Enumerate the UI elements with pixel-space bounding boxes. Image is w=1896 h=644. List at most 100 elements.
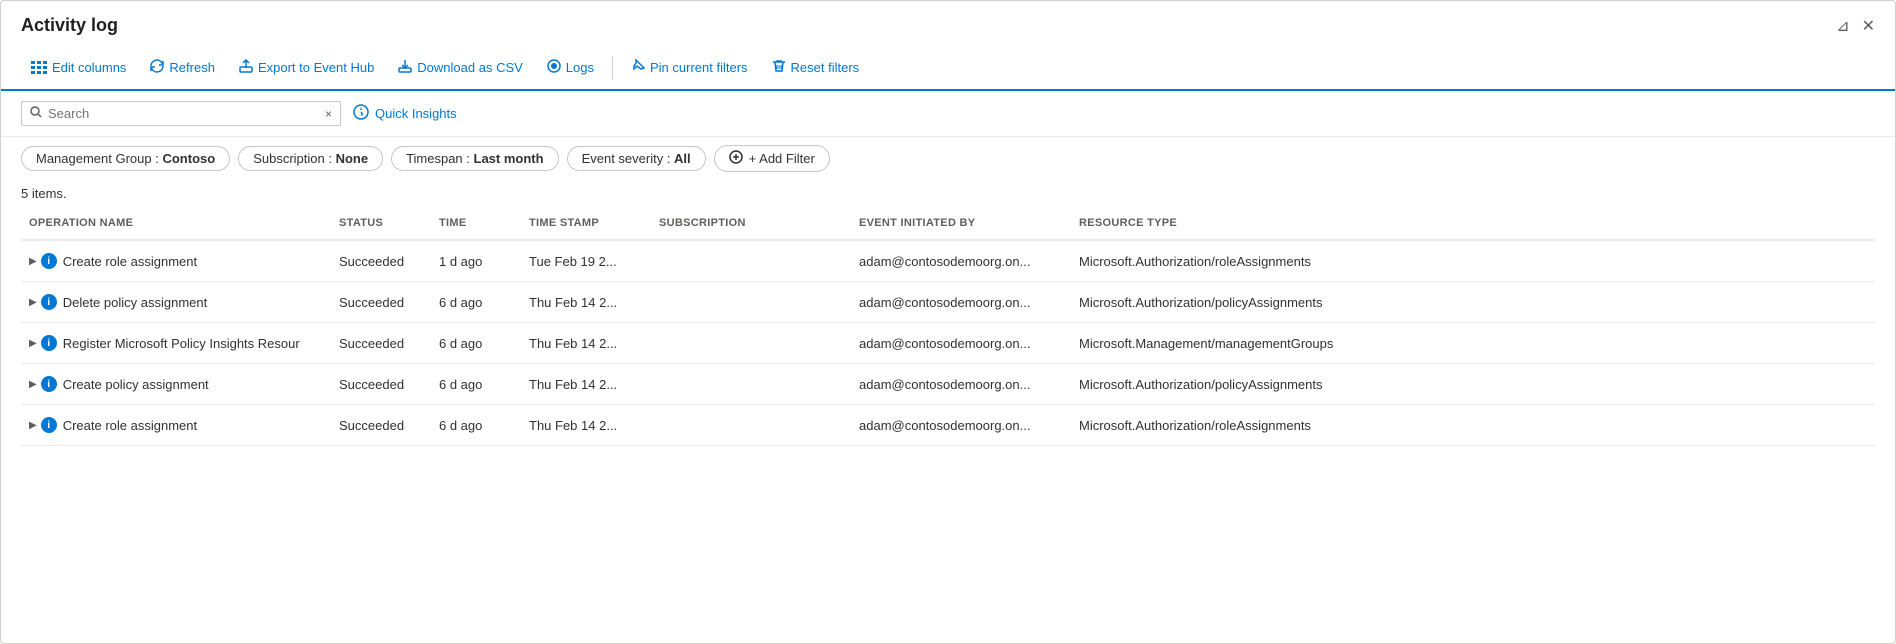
cell-initiated-by: adam@contosodemoorg.on... bbox=[851, 240, 1071, 282]
cell-status: Succeeded bbox=[331, 364, 431, 405]
table-row[interactable]: ▶ i Create policy assignment Succeeded 6… bbox=[21, 364, 1875, 405]
table-header-row: OPERATION NAME STATUS TIME TIME STAMP SU… bbox=[21, 207, 1875, 240]
cell-resource-type: Microsoft.Management/managementGroups bbox=[1071, 323, 1875, 364]
export-icon bbox=[239, 59, 253, 76]
search-bar: × Quick Insights bbox=[1, 91, 1895, 137]
filter-event-severity[interactable]: Event severity : All bbox=[567, 146, 706, 171]
cell-subscription bbox=[651, 240, 851, 282]
row-expander[interactable]: ▶ bbox=[29, 256, 37, 267]
cell-timestamp: Thu Feb 14 2... bbox=[521, 364, 651, 405]
download-csv-button[interactable]: Download as CSV bbox=[388, 54, 533, 81]
cell-operation: ▶ i Create policy assignment bbox=[21, 364, 331, 405]
reset-filters-button[interactable]: Reset filters bbox=[762, 54, 870, 81]
toolbar-separator bbox=[612, 56, 613, 80]
operation-name: Create role assignment bbox=[63, 418, 197, 433]
items-count: 5 items. bbox=[1, 180, 1895, 207]
download-csv-label: Download as CSV bbox=[417, 60, 523, 75]
operation-name: Create role assignment bbox=[63, 254, 197, 269]
filters-bar: Management Group : Contoso Subscription … bbox=[1, 137, 1895, 180]
edit-columns-button[interactable]: Edit columns bbox=[21, 55, 136, 80]
info-icon: i bbox=[41, 294, 57, 310]
reset-filters-icon bbox=[772, 59, 786, 76]
cell-operation: ▶ i Create role assignment bbox=[21, 405, 331, 446]
cell-time: 6 d ago bbox=[431, 364, 521, 405]
cell-time: 6 d ago bbox=[431, 282, 521, 323]
operation-name: Create policy assignment bbox=[63, 377, 209, 392]
quick-insights-label: Quick Insights bbox=[375, 106, 457, 121]
col-header-operation: OPERATION NAME bbox=[21, 207, 331, 240]
edit-columns-label: Edit columns bbox=[52, 60, 126, 75]
refresh-button[interactable]: Refresh bbox=[140, 54, 225, 81]
cell-status: Succeeded bbox=[331, 405, 431, 446]
row-expander[interactable]: ▶ bbox=[29, 297, 37, 308]
cell-resource-type: Microsoft.Authorization/policyAssignment… bbox=[1071, 282, 1875, 323]
add-filter-button[interactable]: + Add Filter bbox=[714, 145, 830, 172]
cell-subscription bbox=[651, 323, 851, 364]
pin-filters-button[interactable]: Pin current filters bbox=[621, 54, 758, 81]
toolbar: Edit columns Refresh Export to Event Hub… bbox=[1, 46, 1895, 91]
window-controls: ⊿ ✕ bbox=[1836, 16, 1875, 36]
search-input[interactable] bbox=[48, 106, 321, 121]
add-filter-label: + Add Filter bbox=[749, 151, 815, 166]
cell-resource-type: Microsoft.Authorization/roleAssignments bbox=[1071, 240, 1875, 282]
row-expander[interactable]: ▶ bbox=[29, 379, 37, 390]
activity-table: OPERATION NAME STATUS TIME TIME STAMP SU… bbox=[21, 207, 1875, 446]
export-event-hub-button[interactable]: Export to Event Hub bbox=[229, 54, 384, 81]
download-icon bbox=[398, 59, 412, 76]
cell-initiated-by: adam@contosodemoorg.on... bbox=[851, 282, 1071, 323]
logs-button[interactable]: Logs bbox=[537, 54, 604, 81]
col-header-subscription: SUBSCRIPTION bbox=[651, 207, 851, 240]
cell-timestamp: Tue Feb 19 2... bbox=[521, 240, 651, 282]
cell-operation: ▶ i Register Microsoft Policy Insights R… bbox=[21, 323, 331, 364]
search-clear-button[interactable]: × bbox=[325, 107, 332, 121]
cell-resource-type: Microsoft.Authorization/policyAssignment… bbox=[1071, 364, 1875, 405]
activity-log-window: Activity log ⊿ ✕ Edit columns Refresh Ex… bbox=[0, 0, 1896, 644]
cell-operation: ▶ i Delete policy assignment bbox=[21, 282, 331, 323]
add-filter-icon bbox=[729, 150, 743, 167]
row-expander[interactable]: ▶ bbox=[29, 338, 37, 349]
operation-name: Register Microsoft Policy Insights Resou… bbox=[63, 336, 300, 351]
cell-timestamp: Thu Feb 14 2... bbox=[521, 323, 651, 364]
filter-timespan[interactable]: Timespan : Last month bbox=[391, 146, 559, 171]
cell-status: Succeeded bbox=[331, 323, 431, 364]
info-icon: i bbox=[41, 253, 57, 269]
cell-initiated-by: adam@contosodemoorg.on... bbox=[851, 405, 1071, 446]
col-header-resource-type: RESOURCE TYPE bbox=[1071, 207, 1875, 240]
logs-icon bbox=[547, 59, 561, 76]
cell-time: 1 d ago bbox=[431, 240, 521, 282]
filter-management-group[interactable]: Management Group : Contoso bbox=[21, 146, 230, 171]
col-header-status: STATUS bbox=[331, 207, 431, 240]
refresh-label: Refresh bbox=[169, 60, 215, 75]
search-icon bbox=[30, 106, 42, 121]
filter-subscription[interactable]: Subscription : None bbox=[238, 146, 383, 171]
window-title: Activity log bbox=[21, 15, 118, 36]
cell-subscription bbox=[651, 405, 851, 446]
close-icon[interactable]: ✕ bbox=[1862, 16, 1875, 36]
refresh-icon bbox=[150, 59, 164, 76]
table-row[interactable]: ▶ i Register Microsoft Policy Insights R… bbox=[21, 323, 1875, 364]
logs-label: Logs bbox=[566, 60, 594, 75]
pin-icon[interactable]: ⊿ bbox=[1836, 16, 1849, 36]
cell-initiated-by: adam@contosodemoorg.on... bbox=[851, 364, 1071, 405]
export-event-hub-label: Export to Event Hub bbox=[258, 60, 374, 75]
search-box[interactable]: × bbox=[21, 101, 341, 126]
edit-columns-icon bbox=[31, 61, 47, 75]
row-expander[interactable]: ▶ bbox=[29, 420, 37, 431]
cell-time: 6 d ago bbox=[431, 323, 521, 364]
cell-operation: ▶ i Create role assignment bbox=[21, 240, 331, 282]
cell-subscription bbox=[651, 364, 851, 405]
col-header-initiated-by: EVENT INITIATED BY bbox=[851, 207, 1071, 240]
table-container: OPERATION NAME STATUS TIME TIME STAMP SU… bbox=[1, 207, 1895, 446]
quick-insights-icon bbox=[353, 104, 369, 123]
pin-filters-icon bbox=[631, 59, 645, 76]
operation-name: Delete policy assignment bbox=[63, 295, 208, 310]
pin-filters-label: Pin current filters bbox=[650, 60, 748, 75]
info-icon: i bbox=[41, 335, 57, 351]
col-header-timestamp: TIME STAMP bbox=[521, 207, 651, 240]
table-row[interactable]: ▶ i Delete policy assignment Succeeded 6… bbox=[21, 282, 1875, 323]
table-row[interactable]: ▶ i Create role assignment Succeeded 1 d… bbox=[21, 240, 1875, 282]
cell-status: Succeeded bbox=[331, 282, 431, 323]
table-row[interactable]: ▶ i Create role assignment Succeeded 6 d… bbox=[21, 405, 1875, 446]
cell-initiated-by: adam@contosodemoorg.on... bbox=[851, 323, 1071, 364]
quick-insights-button[interactable]: Quick Insights bbox=[353, 104, 457, 123]
